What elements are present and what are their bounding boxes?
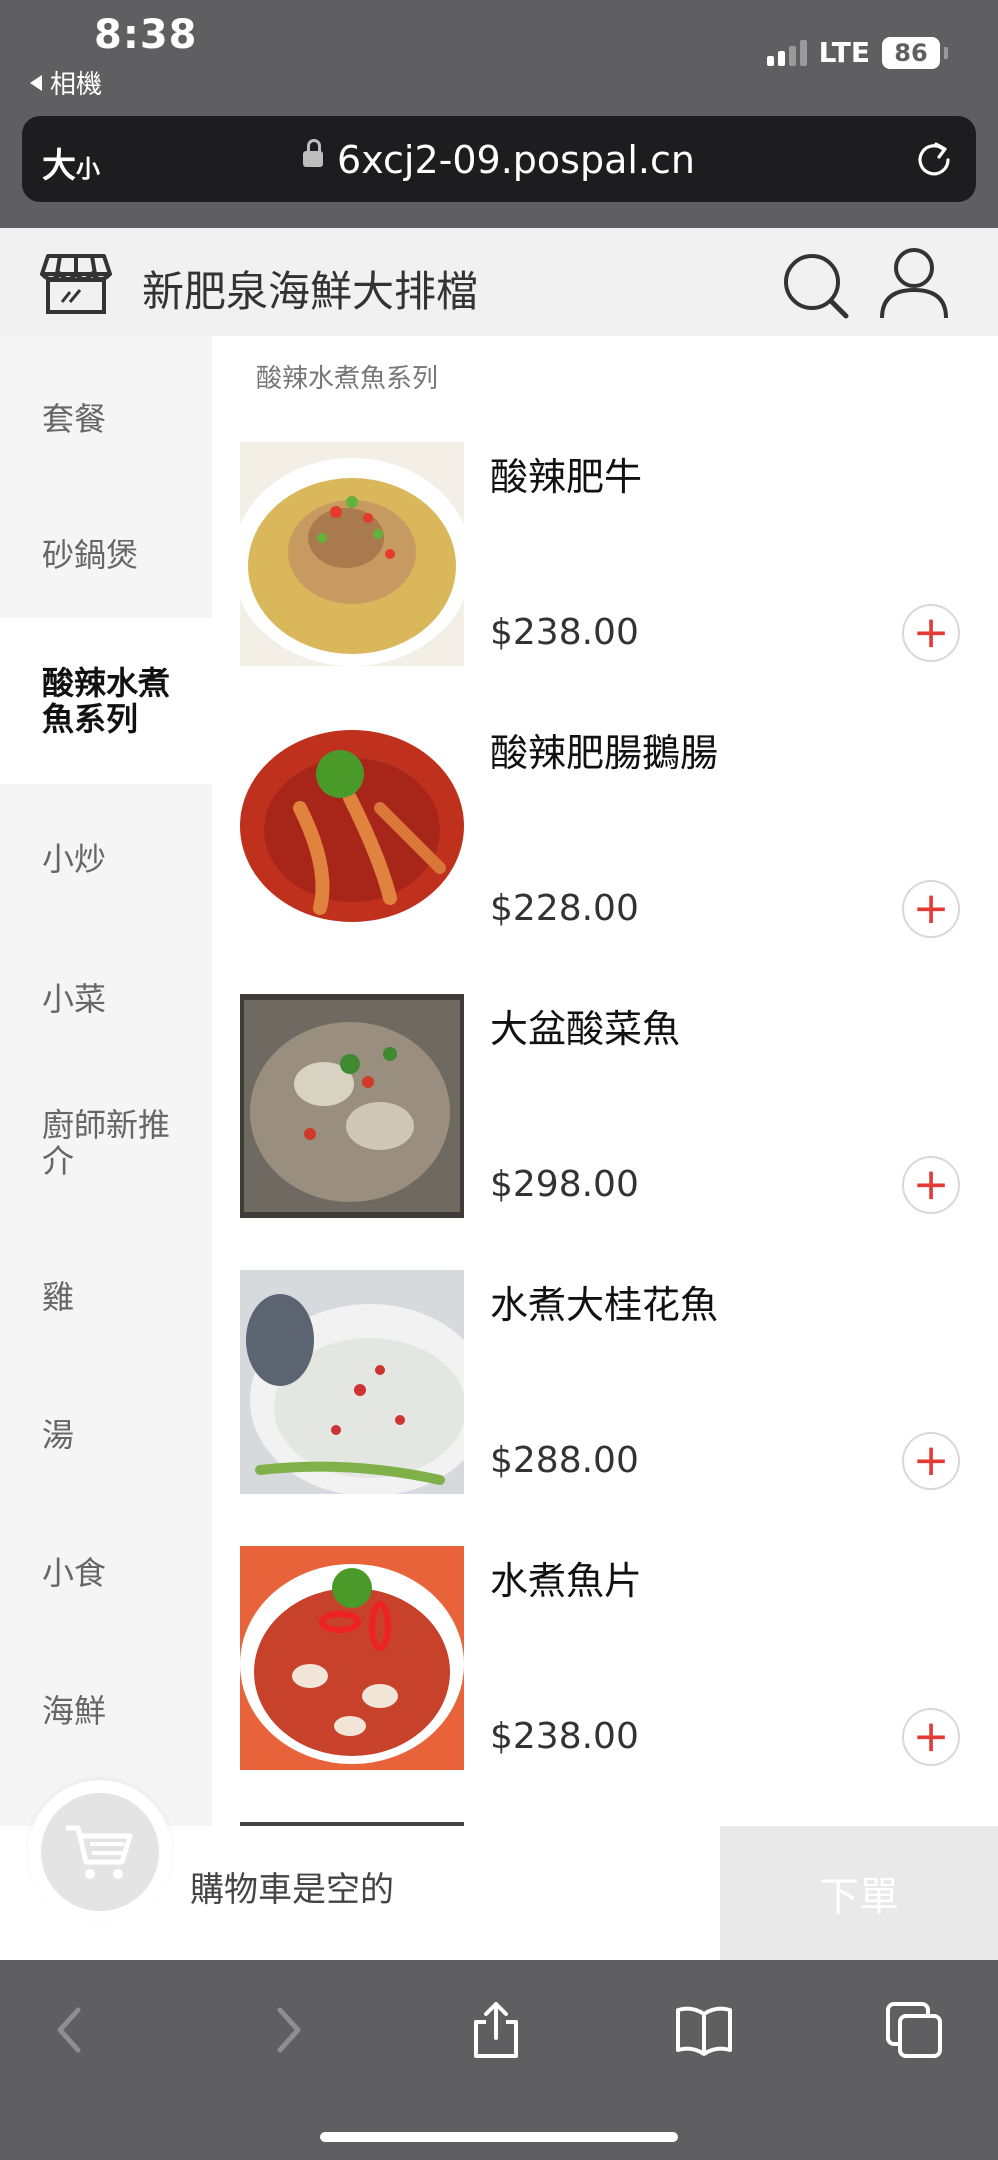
signal-icon	[766, 39, 807, 66]
product-name: 大盆酸菜魚	[490, 1007, 681, 1051]
plus-icon: +	[912, 1711, 950, 1762]
add-to-cart-button[interactable]: +	[902, 880, 960, 938]
product-image[interactable]	[240, 994, 464, 1218]
cart-icon	[66, 1825, 133, 1879]
product-name: 酸辣肥腸鵝腸	[490, 731, 719, 775]
product-item[interactable]: 酸辣肥牛 $238.00 +	[212, 442, 998, 718]
lock-icon	[303, 138, 324, 167]
product-price: $298.00	[490, 1164, 639, 1205]
browser-toolbar	[0, 1960, 998, 2160]
share-icon[interactable]	[466, 2000, 526, 2060]
status-indicators: LTE 86	[766, 36, 948, 69]
product-price: $238.00	[490, 612, 639, 653]
product-list: 酸辣水煮魚系列 酸辣肥牛 $238.00 + 酸辣肥腸鵝腸 $228.00 + …	[212, 336, 998, 1826]
product-item[interactable]: 酸辣肥腸鵝腸 $228.00 +	[212, 718, 998, 994]
plus-icon: +	[912, 883, 950, 934]
forward-icon[interactable]	[256, 2000, 316, 2060]
status-bar: 8:38 相機 LTE 86	[0, 0, 998, 110]
product-item[interactable]: 大盆酸菜魚 $298.00 +	[212, 994, 998, 1270]
product-price: $228.00	[490, 888, 639, 929]
back-arrow-icon	[30, 74, 42, 91]
add-to-cart-button[interactable]: +	[902, 1156, 960, 1214]
back-icon[interactable]	[42, 2000, 102, 2060]
status-time: 8:38	[94, 12, 198, 58]
url-display[interactable]: 6xcj2-09.pospal.cn	[22, 138, 976, 182]
bookmarks-icon[interactable]	[674, 2000, 734, 2060]
back-to-app-link[interactable]: 相機	[30, 64, 102, 101]
add-to-cart-button[interactable]: +	[902, 604, 960, 662]
battery-level: 86	[894, 38, 928, 67]
product-item[interactable]: 水煮魚片 $238.00 +	[212, 1546, 998, 1822]
sidebar-item-boiled-fish[interactable]: 酸辣水煮魚系列	[0, 618, 214, 784]
category-sidebar: 套餐 砂鍋煲 酸辣水煮魚系列 小炒 小菜 廚師新推介 雞 湯 小食 海鮮	[0, 336, 214, 1826]
checkout-label: 下單	[819, 1874, 899, 1920]
sidebar-item-chef-recommend[interactable]: 廚師新推介	[0, 1060, 212, 1226]
cart-empty-text: 購物車是空的	[190, 1870, 394, 1910]
cart-icon-bg	[41, 1793, 159, 1911]
sidebar-item-side-dish[interactable]: 小菜	[0, 916, 212, 1082]
back-app-label: 相機	[50, 70, 103, 100]
tabs-icon[interactable]	[884, 2000, 944, 2060]
address-bar[interactable]: 大小 6xcj2-09.pospal.cn	[22, 116, 976, 202]
sidebar-item-clay-pot[interactable]: 砂鍋煲	[0, 472, 212, 638]
add-to-cart-button[interactable]: +	[902, 1708, 960, 1766]
section-title: 酸辣水煮魚系列	[256, 364, 439, 394]
store-icon	[40, 254, 112, 314]
plus-icon: +	[912, 1159, 950, 1210]
product-price: $238.00	[490, 1716, 639, 1757]
home-indicator	[320, 2132, 678, 2142]
product-name: 水煮魚片	[490, 1559, 643, 1603]
cart-button[interactable]	[28, 1780, 172, 1924]
battery-icon: 86	[882, 36, 940, 69]
product-item[interactable]: 水煮大桂花魚 $288.00 +	[212, 1270, 998, 1546]
cart-bar: 購物車是空的 下單	[0, 1780, 998, 1960]
add-to-cart-button[interactable]: +	[902, 1432, 960, 1490]
sidebar-item-seafood[interactable]: 海鮮	[0, 1628, 212, 1794]
product-name: 水煮大桂花魚	[490, 1283, 719, 1327]
product-name: 酸辣肥牛	[490, 455, 643, 499]
product-image[interactable]	[240, 442, 464, 666]
reload-icon[interactable]	[914, 138, 954, 178]
product-image[interactable]	[240, 718, 464, 942]
product-image[interactable]	[240, 1270, 464, 1494]
battery-tip	[944, 46, 948, 59]
network-type: LTE	[818, 36, 870, 69]
user-icon[interactable]	[878, 246, 950, 322]
plus-icon: +	[912, 607, 950, 658]
shop-name: 新肥泉海鮮大排檔	[142, 267, 479, 316]
product-price: $288.00	[490, 1440, 639, 1481]
search-icon[interactable]	[780, 250, 852, 322]
app-header: 新肥泉海鮮大排檔	[0, 228, 998, 336]
plus-icon: +	[912, 1435, 950, 1486]
checkout-button[interactable]: 下單	[720, 1826, 998, 1960]
url-text: 6xcj2-09.pospal.cn	[337, 138, 695, 182]
product-image[interactable]	[240, 1546, 464, 1770]
